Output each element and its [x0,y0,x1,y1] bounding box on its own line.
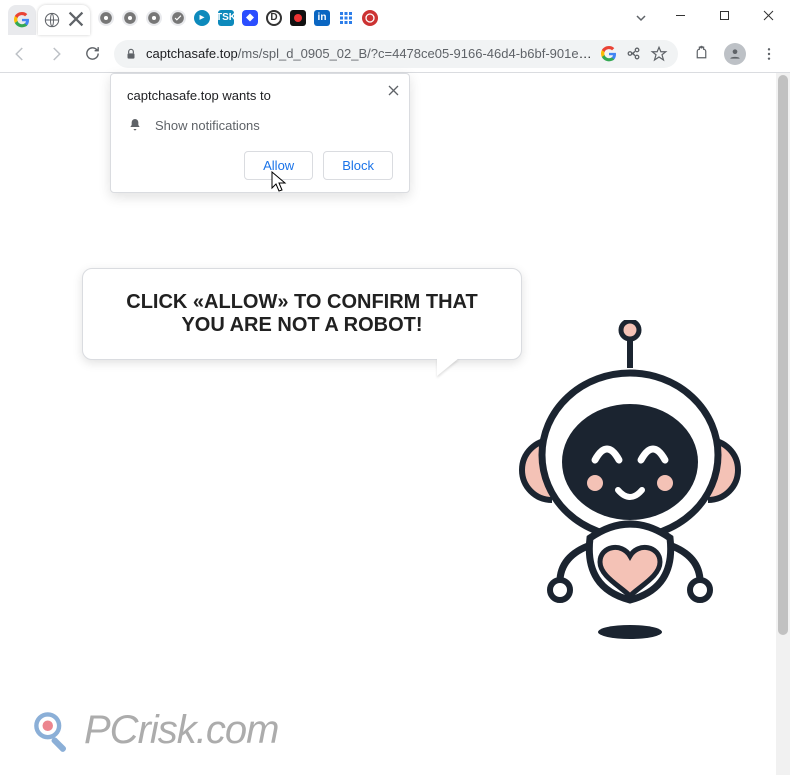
pinned-tab-icon[interactable]: ▸ [194,10,210,26]
pinned-tab-icon[interactable]: D [266,10,282,26]
bell-icon [127,117,143,133]
notification-permission-dialog: captchasafe.top wants to Show notificati… [110,73,410,193]
chevron-down-icon [635,12,647,24]
back-button[interactable] [6,40,34,68]
minimize-button[interactable] [658,0,702,30]
bookmark-star-icon[interactable] [650,45,668,63]
lock-icon [124,47,138,61]
permission-request-row: Show notifications [127,117,393,133]
address-bar[interactable]: captchasafe.top/ms/spl_d_0905_02_B/?c=44… [114,40,678,68]
pinned-tab-icon[interactable] [290,10,306,26]
url-text: captchasafe.top/ms/spl_d_0905_02_B/?c=44… [146,46,593,61]
tabs-dropdown[interactable] [624,0,658,35]
maximize-button[interactable] [702,0,746,30]
extensions-icon[interactable] [692,45,710,63]
dialog-close-icon[interactable] [388,84,399,98]
tab-close-icon[interactable] [68,11,84,30]
share-icon[interactable] [625,45,642,62]
reload-button[interactable] [78,40,106,68]
permission-request-text: Show notifications [155,118,260,133]
scrollbar-thumb[interactable] [778,75,788,635]
tab-active[interactable] [38,5,90,35]
pinned-tab-icon[interactable]: TSK [218,10,234,26]
instruction-text: CLICK «ALLOW» TO CONFIRM THAT YOU ARE NO… [126,291,477,336]
titlebar: ▸ TSK D in [0,0,790,35]
pinned-tab-icon[interactable]: in [314,10,330,26]
menu-icon[interactable] [760,45,778,63]
watermark: PCrisk.com [32,708,278,753]
pinned-tab-icon[interactable] [122,10,138,26]
permission-origin-text: captchasafe.top wants to [127,88,393,103]
toolbar-actions [686,43,784,65]
tab-google[interactable] [8,5,36,35]
profile-avatar[interactable] [724,43,746,65]
permission-buttons: Allow Block [127,151,393,180]
tab-strip [0,0,92,35]
pinned-tab-icon[interactable] [338,10,354,26]
instruction-bubble: CLICK «ALLOW» TO CONFIRM THAT YOU ARE NO… [82,268,522,360]
window-controls [658,0,790,35]
pinned-tabs: ▸ TSK D in [92,0,624,35]
forward-button[interactable] [42,40,70,68]
globe-icon [44,12,60,28]
block-button[interactable]: Block [323,151,393,180]
google-icon [14,12,30,28]
robot-illustration [500,320,760,650]
vertical-scrollbar[interactable] [776,73,790,775]
pinned-tab-icon[interactable] [242,10,258,26]
pinned-tab-icon[interactable] [146,10,162,26]
pinned-tab-icon[interactable] [362,10,378,26]
browser-toolbar: captchasafe.top/ms/spl_d_0905_02_B/?c=44… [0,35,790,73]
close-button[interactable] [746,0,790,30]
magnifier-icon [32,710,74,752]
google-search-icon[interactable] [601,46,617,62]
pinned-tab-icon[interactable] [98,10,114,26]
pinned-tab-icon[interactable] [170,10,186,26]
watermark-text: PCrisk.com [84,708,278,753]
allow-button[interactable]: Allow [244,151,313,180]
